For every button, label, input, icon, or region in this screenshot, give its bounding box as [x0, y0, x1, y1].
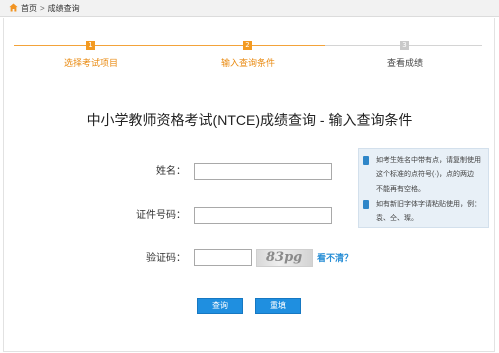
- step-1-number: 1: [86, 41, 95, 50]
- name-input[interactable]: [194, 163, 332, 180]
- tip-line: 如有新旧字体字请粘贴使用，例：: [376, 201, 481, 208]
- home-icon[interactable]: [9, 3, 18, 12]
- breadcrumb-current: 成绩查询: [47, 4, 80, 13]
- breadcrumb: 首页 > 成绩查询: [9, 3, 80, 14]
- step-3-label: 查看成绩: [386, 58, 423, 68]
- info-icon: [363, 156, 369, 165]
- tip-line: 不能再有空格。: [376, 186, 425, 193]
- progress-line-completed: [14, 45, 325, 46]
- captcha-input[interactable]: [194, 249, 252, 266]
- tip-line: 如考生姓名中带有点，请复制使用: [376, 157, 481, 164]
- captcha-refresh-link[interactable]: 看不清？: [317, 252, 353, 264]
- step-2-label: 输入查询条件: [220, 58, 275, 68]
- tips-panel: 如考生姓名中带有点，请复制使用 这个标准的点符号(·)，点的两边 不能再有空格。…: [358, 148, 489, 228]
- captcha-label: 验证码：: [146, 253, 186, 264]
- step-3-number: 3: [400, 41, 409, 50]
- tip-line: 袁、仝、璨。: [376, 215, 418, 222]
- captcha-text: 83pg: [266, 250, 303, 265]
- query-button[interactable]: 查询: [197, 298, 243, 314]
- step-2-number: 2: [243, 41, 252, 50]
- name-label: 姓名：: [156, 166, 186, 177]
- page-title: 中小学教师资格考试(NTCE)成绩查询 - 输入查询条件: [86, 112, 413, 128]
- tip-line: 这个标准的点符号(·)，点的两边: [376, 171, 474, 178]
- reset-button[interactable]: 重填: [255, 298, 301, 314]
- captcha-image[interactable]: 83pg: [256, 249, 313, 267]
- top-bar: 首页 > 成绩查询: [0, 0, 499, 17]
- id-number-input[interactable]: [194, 207, 332, 224]
- breadcrumb-separator: >: [40, 4, 45, 13]
- step-1-label[interactable]: 选择考试项目: [51, 57, 131, 69]
- breadcrumb-home[interactable]: 首页: [21, 4, 37, 13]
- info-icon: [363, 200, 369, 209]
- id-number-label: 证件号码：: [136, 210, 186, 221]
